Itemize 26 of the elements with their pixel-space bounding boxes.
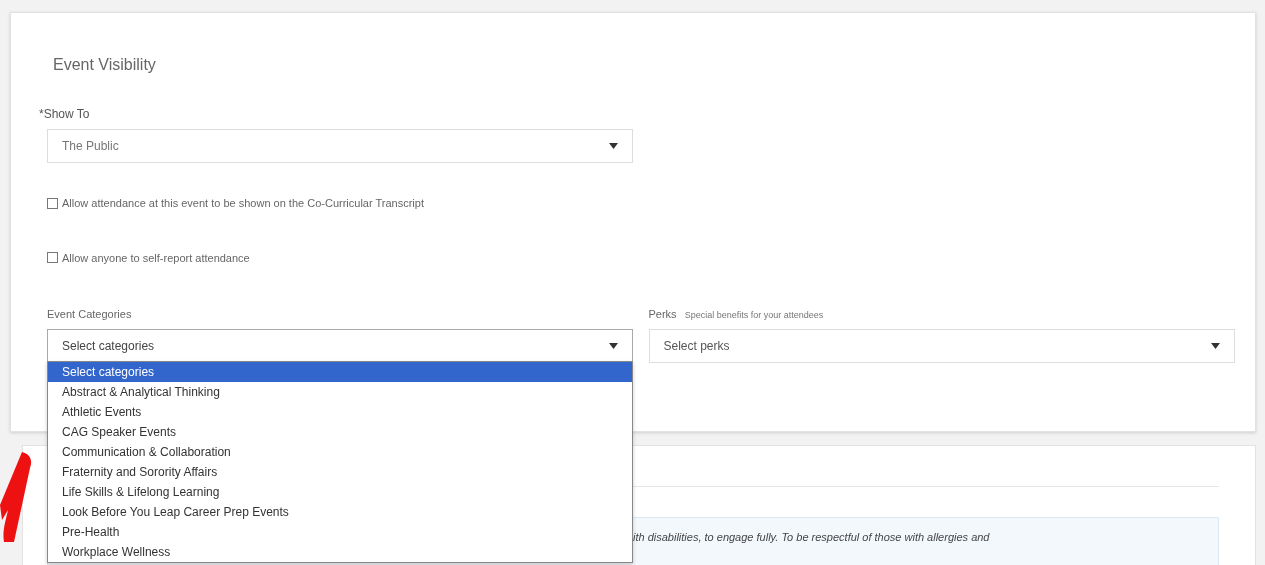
caret-icon xyxy=(1211,342,1220,349)
section-title: Event Visibility xyxy=(53,55,157,75)
dropdown-option[interactable]: CAG Speaker Events xyxy=(48,422,632,442)
checkbox[interactable] xyxy=(47,197,58,209)
field-label: Event Categories xyxy=(47,307,133,322)
dropdown-option[interactable]: Athletic Events xyxy=(48,402,632,422)
perks-select[interactable]: Select perks xyxy=(648,328,1235,363)
checkbox[interactable] xyxy=(47,252,58,264)
dropdown-option[interactable]: Pre-Health xyxy=(48,522,632,542)
categories-select[interactable]: Select categories xyxy=(47,328,633,363)
notice-text: ith disabilities, to engage fully. To be respectful of those with allergies and xyxy=(633,531,990,543)
dropdown-option[interactable]: Workplace Wellness xyxy=(48,542,632,562)
caret-icon xyxy=(608,342,618,349)
show-to-select[interactable]: The Public xyxy=(47,129,633,163)
dropdown-option[interactable]: Select categories xyxy=(48,362,632,382)
dropdown-option[interactable]: Life Skills & Lifelong Learning xyxy=(48,482,632,502)
field-label: *Show To xyxy=(39,106,91,123)
dropdown-option[interactable]: Abstract & Analytical Thinking xyxy=(48,382,632,402)
checkbox-label: Allow attendance at this event to be shown on the Co-Curricular Transcript xyxy=(62,196,424,211)
caret-icon xyxy=(609,143,618,149)
field-label: Perks xyxy=(648,307,677,322)
dropdown-option[interactable]: Look Before You Leap Career Prep Events xyxy=(48,502,632,522)
field-hint: Special benefits for your attendees xyxy=(684,309,824,322)
dropdown-option[interactable]: Fraternity and Sorority Affairs xyxy=(48,462,632,482)
checkbox-label: Allow anyone to self-report attendance xyxy=(62,250,250,266)
dropdown-option[interactable]: Communication & Collaboration xyxy=(48,442,632,462)
